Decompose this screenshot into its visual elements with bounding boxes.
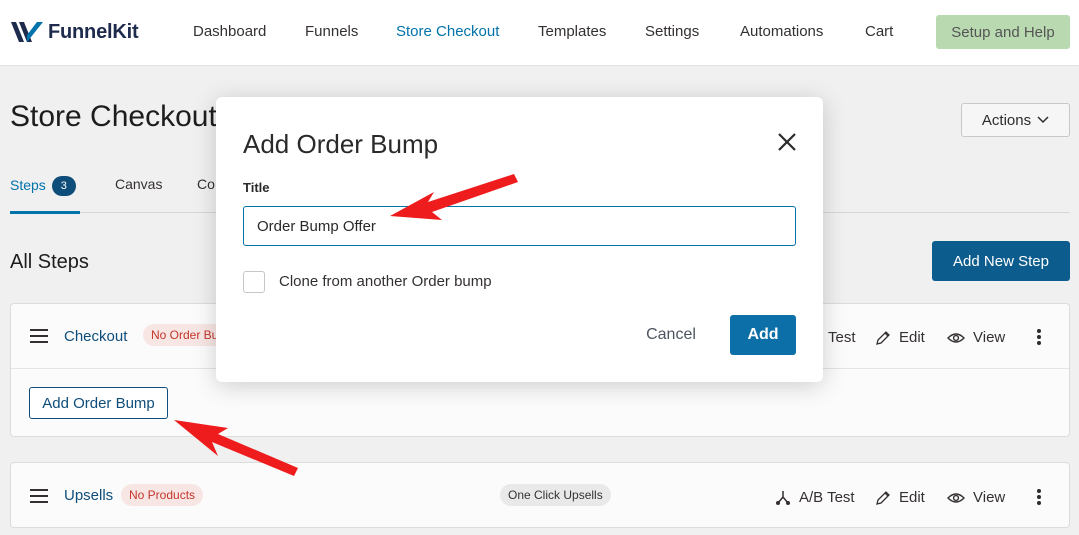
split-test-icon (776, 490, 790, 505)
eye-icon (947, 332, 965, 343)
nav-automations[interactable]: Automations (740, 23, 823, 40)
view-label: View (973, 489, 1006, 506)
drag-handle-icon[interactable] (30, 489, 48, 503)
title-input[interactable] (243, 206, 796, 246)
ab-test-label: A/B Test (799, 489, 855, 506)
add-button[interactable]: Add (730, 315, 796, 355)
view-action[interactable]: View (947, 489, 1005, 506)
funnelkit-logo[interactable]: FunnelKit (10, 18, 139, 46)
active-tab-indicator (10, 211, 80, 214)
steps-count-badge: 3 (51, 176, 76, 196)
pencil-icon (876, 490, 890, 505)
close-icon[interactable] (776, 131, 798, 153)
step-card-upsells: Upsells No Products One Click Upsells A/… (10, 462, 1070, 528)
ab-test-action[interactable]: A/B Test (775, 489, 855, 506)
add-order-bump-button[interactable]: Add Order Bump (29, 387, 168, 419)
modal-title: Add Order Bump (243, 129, 439, 159)
actions-dropdown[interactable]: Actions (961, 103, 1070, 137)
add-order-bump-modal: Add Order Bump Title Clone from another … (216, 97, 823, 382)
section-title: All Steps (10, 251, 89, 273)
no-order-bump-badge: No Order Bu (143, 324, 227, 346)
top-navigation: FunnelKit Dashboard Funnels Store Checko… (0, 0, 1079, 66)
edit-action[interactable]: Edit (875, 329, 925, 346)
nav-dashboard[interactable]: Dashboard (193, 23, 266, 40)
more-options-icon[interactable] (1037, 329, 1041, 345)
edit-action[interactable]: Edit (875, 489, 925, 506)
nav-funnels[interactable]: Funnels (305, 23, 358, 40)
tab-canvas[interactable]: Canvas (115, 176, 162, 192)
tab-steps[interactable]: Steps 3 (10, 176, 76, 196)
drag-handle-icon[interactable] (30, 329, 48, 343)
page-title: Store Checkout (10, 100, 217, 133)
view-action[interactable]: View (947, 329, 1005, 346)
step-name-upsells[interactable]: Upsells (64, 487, 113, 504)
title-field-label: Title (243, 180, 270, 195)
tab-other[interactable]: Co (197, 176, 215, 192)
edit-label: Edit (899, 329, 925, 346)
edit-label: Edit (899, 489, 925, 506)
brand-name: FunnelKit (48, 20, 139, 43)
actions-label: Actions (981, 111, 1032, 129)
nav-cart[interactable]: Cart (865, 23, 893, 40)
add-new-step-button[interactable]: Add New Step (932, 241, 1070, 281)
tab-steps-label: Steps (10, 177, 46, 193)
cancel-button[interactable]: Cancel (634, 315, 708, 355)
nav-store-checkout[interactable]: Store Checkout (396, 23, 499, 40)
funnelkit-logo-icon (11, 22, 43, 42)
eye-icon (947, 492, 965, 503)
pencil-icon (876, 330, 890, 345)
nav-settings[interactable]: Settings (645, 23, 699, 40)
step-type-badge: One Click Upsells (500, 484, 611, 506)
nav-templates[interactable]: Templates (538, 23, 606, 40)
step-name-checkout[interactable]: Checkout (64, 328, 127, 345)
no-products-badge: No Products (121, 484, 204, 506)
setup-and-help-button[interactable]: Setup and Help (936, 15, 1070, 49)
ab-test-action[interactable]: Test (828, 329, 856, 346)
clone-checkbox[interactable] (243, 271, 265, 293)
ab-test-label: Test (828, 329, 856, 346)
view-label: View (973, 329, 1006, 346)
more-options-icon[interactable] (1037, 489, 1041, 505)
clone-checkbox-label[interactable]: Clone from another Order bump (279, 273, 492, 290)
chevron-down-icon (1037, 116, 1049, 124)
